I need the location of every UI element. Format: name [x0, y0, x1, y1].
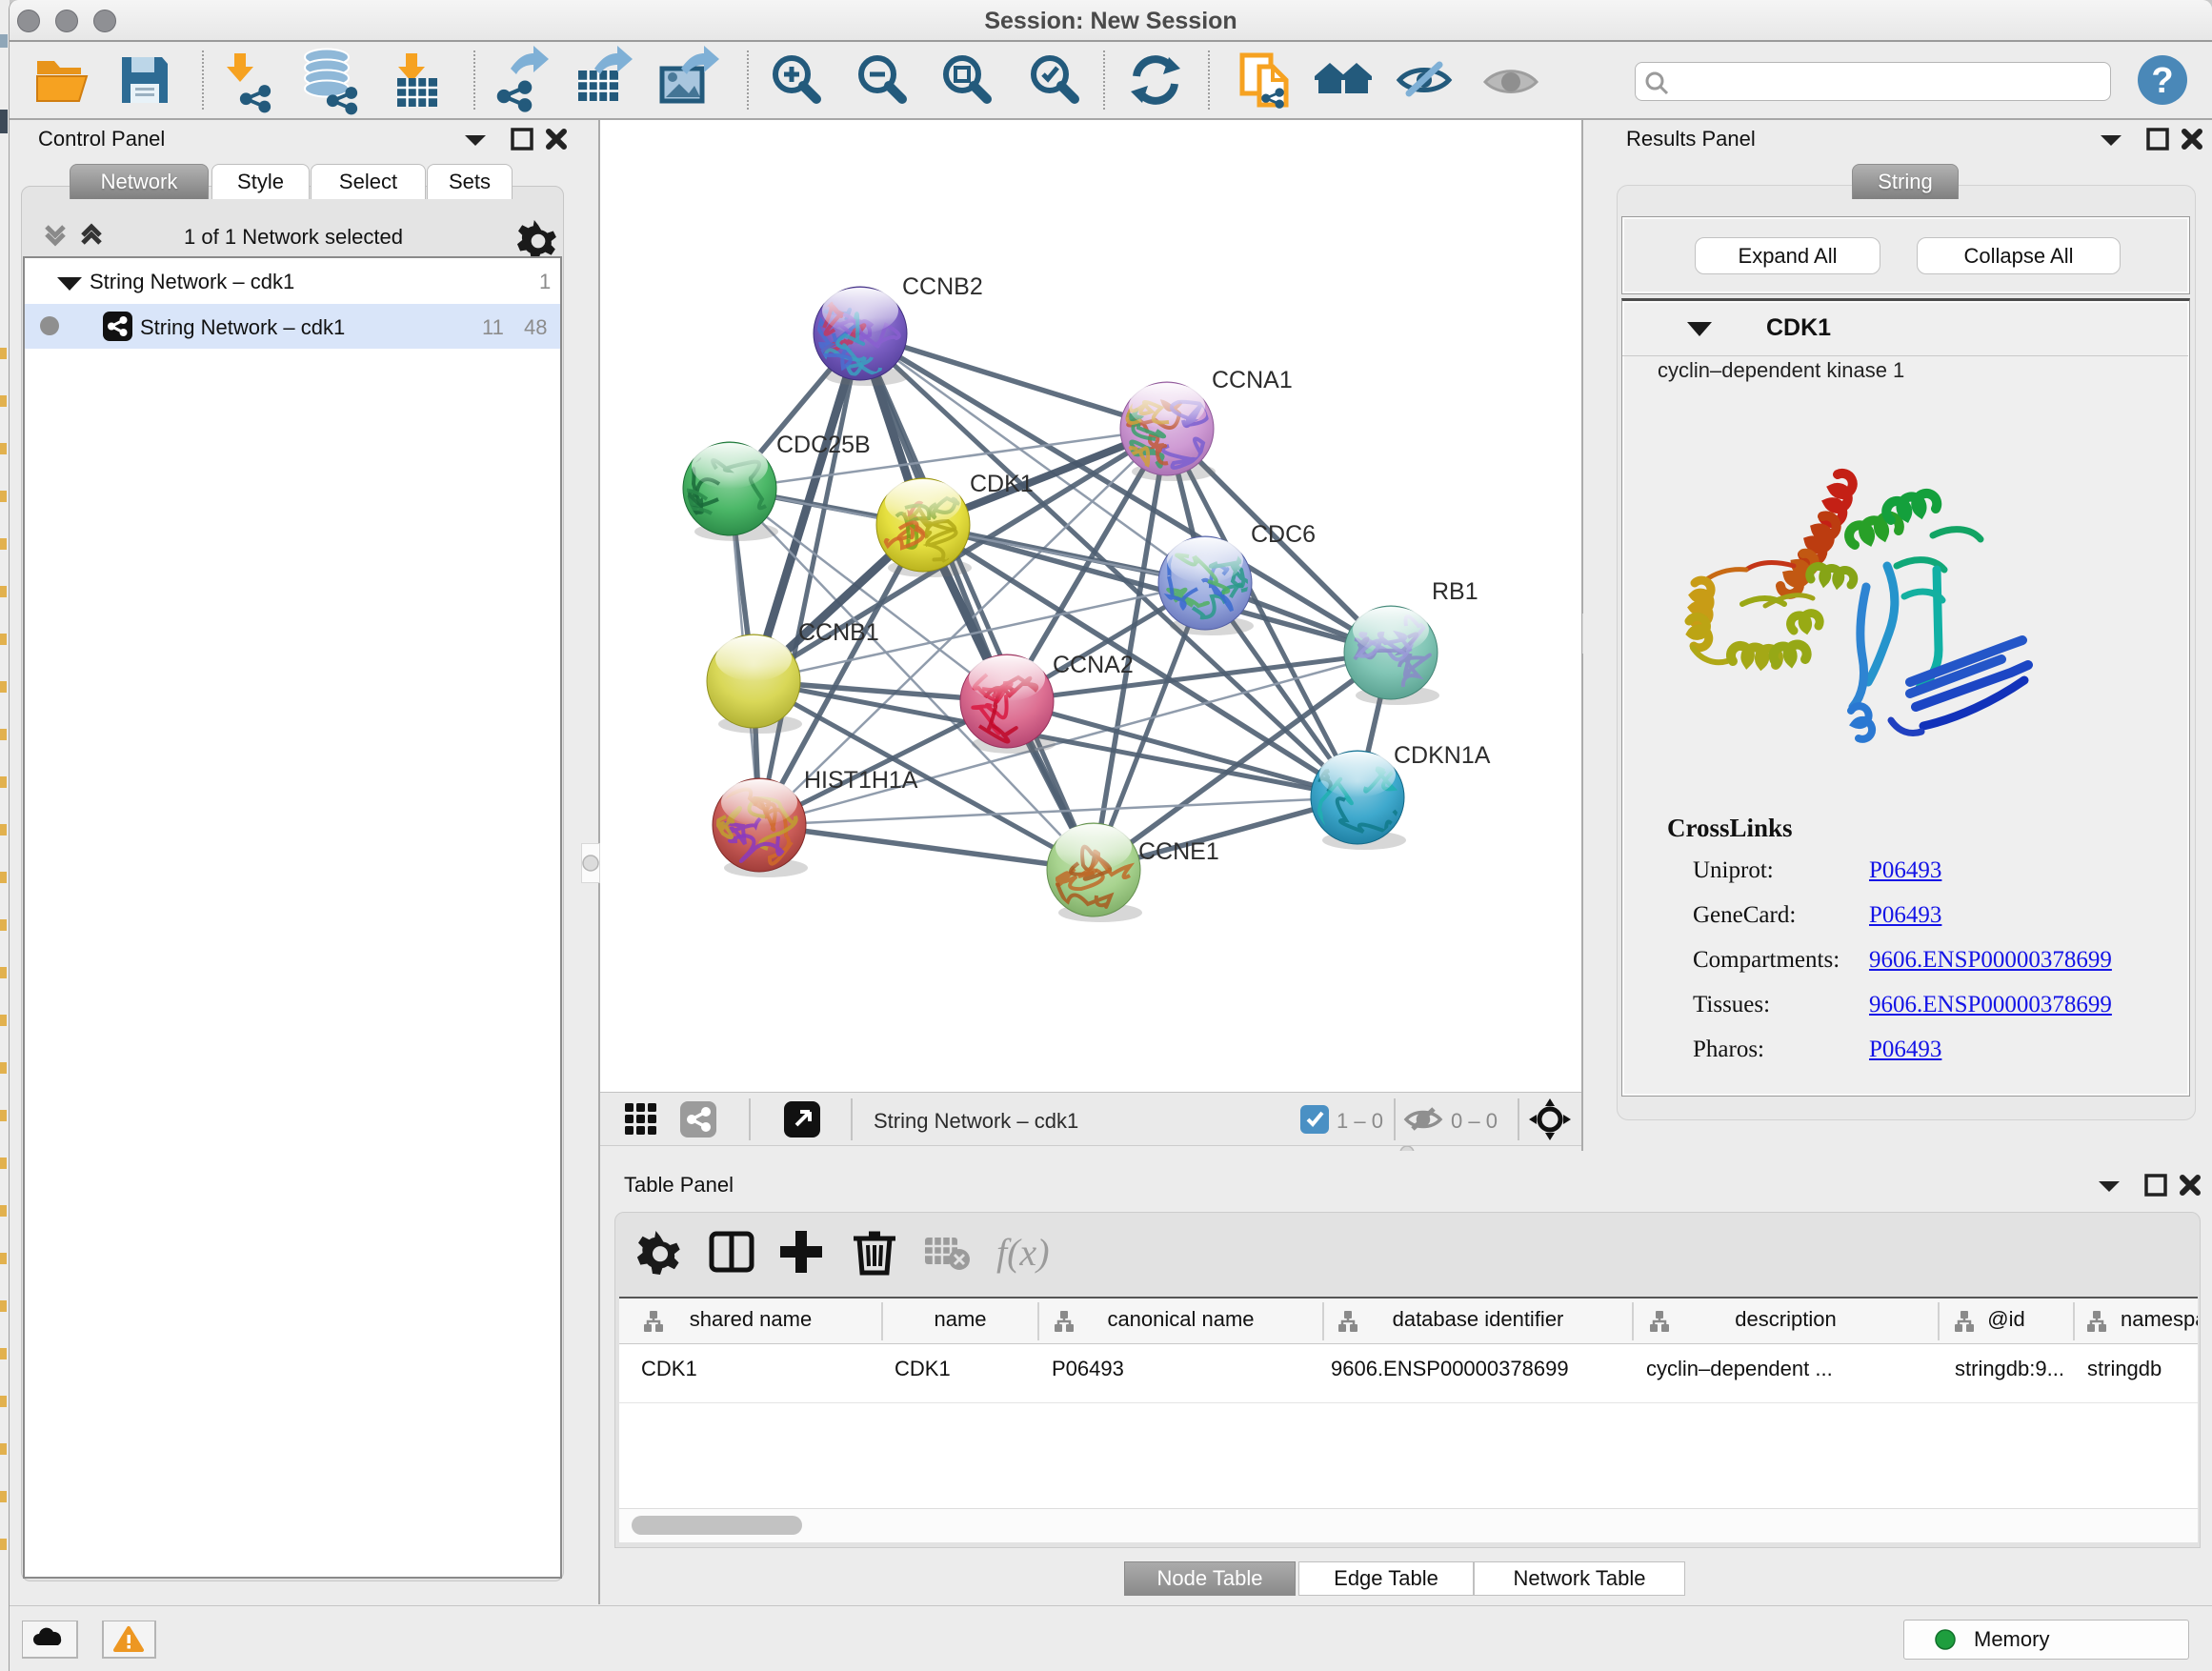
svg-text:CDKN1A: CDKN1A — [1394, 742, 1491, 769]
svg-text:1 – 0: 1 – 0 — [1337, 1109, 1383, 1133]
svg-text:HIST1H1A: HIST1H1A — [804, 767, 918, 794]
svg-text:?: ? — [2151, 61, 2173, 101]
svg-text:CDK1: CDK1 — [970, 471, 1034, 497]
svg-text:0 – 0: 0 – 0 — [1451, 1109, 1498, 1133]
svg-text:RB1: RB1 — [1432, 578, 1478, 605]
svg-text:CDC6: CDC6 — [1251, 521, 1316, 548]
svg-text:CCNB2: CCNB2 — [902, 273, 983, 300]
svg-text:f(x): f(x) — [996, 1231, 1050, 1274]
svg-text:CDC25B: CDC25B — [776, 432, 871, 458]
svg-text:CCNE1: CCNE1 — [1138, 838, 1219, 865]
svg-text:CCNA1: CCNA1 — [1212, 367, 1293, 393]
svg-text:String Network – cdk1: String Network – cdk1 — [874, 1109, 1078, 1133]
svg-text:CCNA2: CCNA2 — [1053, 652, 1134, 678]
svg-text:CCNB1: CCNB1 — [798, 619, 879, 646]
